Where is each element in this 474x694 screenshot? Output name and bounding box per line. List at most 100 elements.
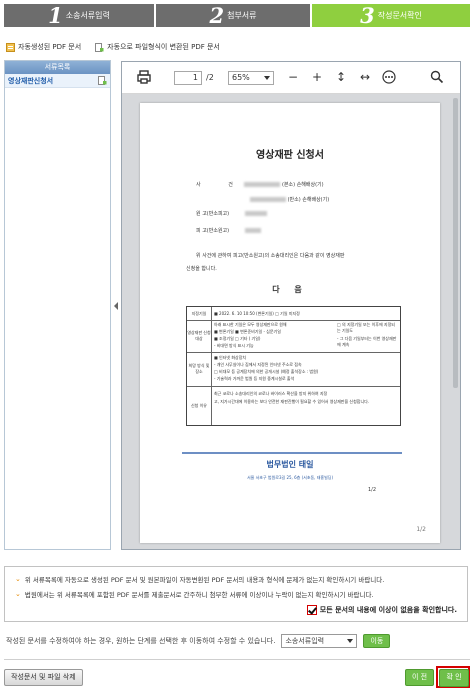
redacted-text bbox=[250, 197, 286, 202]
tab-auto-generated-pdf[interactable]: 자동생성된 PDF 문서 bbox=[6, 42, 81, 52]
divider bbox=[4, 659, 470, 660]
edit-instruction: 작성된 문서를 수정하여야 하는 경우, 원하는 단계를 선택한 후 이동하여 … bbox=[6, 637, 276, 645]
plaintiff-label-2: 고(반소피고) bbox=[202, 211, 230, 217]
table-row: 신청 이유 최근 코로나 소송대리인의 코로나 바이러스 확산을 방지 위하여 … bbox=[187, 386, 400, 425]
more-options-icon[interactable] bbox=[381, 69, 397, 85]
notice-line-1: ⌄ 위 서류목록에 자동으로 생성된 PDF 문서 및 원본파일이 자동변환된 … bbox=[15, 574, 384, 584]
page-fraction: 1/2 bbox=[368, 487, 377, 493]
fit-width-icon[interactable]: ↔ bbox=[357, 69, 373, 85]
step-2: 2 첨부서류 bbox=[156, 4, 310, 27]
converted-doc-icon bbox=[98, 76, 107, 85]
table-cell: ■ 조정기일 □ 기타 ( 기일) bbox=[214, 336, 261, 341]
document-list-panel: 서류목록 영상재판신청서 bbox=[4, 60, 111, 550]
table-cell: - 비대면 방식 표시 기능 bbox=[214, 343, 254, 348]
redacted-text bbox=[244, 182, 281, 187]
notice-line-2: ⌄ 법원에서는 위 서류목록에 포함된 PDF 문서를 제출문서로 간주하니 첨… bbox=[15, 589, 374, 599]
page-total: /2 bbox=[206, 73, 214, 82]
page-indicator: 1/2 bbox=[416, 526, 426, 533]
document-list-item[interactable]: 영상재판신청서 bbox=[5, 74, 110, 88]
chevron-down-icon bbox=[347, 639, 354, 643]
request-table: 지정기일 ■ 2022. 6. 10 10:50 (변론기일) □ 기일 미지정… bbox=[186, 306, 401, 426]
redacted-text bbox=[244, 228, 261, 233]
tab-auto-generated-label: 자동생성된 PDF 문서 bbox=[18, 43, 82, 51]
redacted-text bbox=[244, 211, 267, 216]
page-number-input[interactable]: 1 bbox=[174, 71, 202, 85]
pdf-viewer: 1 /2 65% − + ↕ ↔ 영상재판 신청서 사 건 (본소) 손해배상(… bbox=[121, 61, 461, 550]
table-head-cell: 희망 방식 및 장소 bbox=[187, 352, 212, 386]
viewer-scrollbar[interactable] bbox=[453, 98, 458, 388]
table-cell: - 기술력과 가까운 법원 등 지원 중계시설로 출석 bbox=[214, 376, 295, 381]
step-3-label: 작성문서확인 bbox=[377, 11, 422, 20]
pdf-doc-icon bbox=[6, 42, 15, 52]
zoom-out-icon[interactable]: − bbox=[285, 69, 301, 85]
chevron-down-icon: ⌄ bbox=[15, 575, 21, 583]
chevron-down-icon: ⌄ bbox=[15, 590, 21, 598]
table-head-cell: 신청 이유 bbox=[187, 386, 212, 425]
intro-line-1: 위 사건에 관하여 피고(반소원고)의 소송대리인은 다음과 같이 영상재판 bbox=[196, 253, 345, 259]
case-suffix-1: (본소) 손해배상(기) bbox=[282, 182, 324, 188]
document-list-header: 서류목록 bbox=[5, 61, 110, 74]
table-cell: 고, 지가시간대에 이용하는 보다 안전한 재판진행이 필요할 수 있어서 영상… bbox=[214, 399, 370, 404]
table-cell: - 개인 사무실이나 집에서 지정된 인터넷 주소로 접속 bbox=[214, 362, 302, 367]
doc-type-tabs: 자동생성된 PDF 문서 자동으로 파일형식이 변환된 PDF 문서 bbox=[6, 42, 220, 52]
zoom-in-icon[interactable]: + bbox=[309, 69, 325, 85]
search-icon[interactable] bbox=[429, 69, 445, 85]
step-3-number: 3 bbox=[360, 3, 375, 28]
table-cell: □ 비대모 등 공계장치에 의한 공개시설 (예정 출석장소 : 법원) bbox=[214, 369, 319, 374]
table-cell: 최근 코로나 소송대리인의 코로나 바이러스 확산을 방지 위하여 지정 bbox=[214, 391, 328, 396]
table-head-cell: 영상재판 신청대상 bbox=[187, 320, 212, 352]
step-2-number: 2 bbox=[209, 3, 225, 28]
section-heading: 다 음 bbox=[272, 285, 308, 294]
pdf-page: 영상재판 신청서 사 건 (본소) 손해배상(기) (반소) 손해배상(기) 원… bbox=[140, 103, 440, 543]
step-select-value: 소송서류입력 bbox=[285, 637, 325, 645]
confirm-button[interactable]: 확 인 bbox=[439, 669, 469, 687]
step-3: 3 작성문서확인 bbox=[312, 4, 470, 27]
case-label-1: 사 bbox=[196, 182, 201, 188]
defendant-label-2: 고(반소원고) bbox=[202, 228, 230, 234]
step-1: 1 소송서류입력 bbox=[4, 4, 154, 27]
document-list-item-label: 영상재판신청서 bbox=[8, 76, 54, 85]
notice-box: ⌄ 위 서류목록에 자동으로 생성된 PDF 문서 및 원본파일이 자동변환된 … bbox=[4, 566, 468, 622]
table-side-note: - 그 다음 기일부터는 이번 영상재판에 계속 bbox=[337, 336, 397, 347]
move-button[interactable]: 이동 bbox=[363, 634, 391, 648]
table-cell: ■ 인터넷 화상장치 bbox=[214, 355, 247, 360]
tab-converted-pdf[interactable]: 자동으로 파일형식이 변환된 PDF 문서 bbox=[95, 42, 220, 52]
pdf-toolbar: 1 /2 65% − + ↕ ↔ bbox=[122, 62, 460, 94]
table-head-cell: 지정기일 bbox=[187, 307, 212, 320]
collapse-panel-arrow-icon[interactable] bbox=[114, 302, 118, 310]
table-cell: 아래 표시한 기일은 모두 영상재판으로 원해 bbox=[214, 322, 287, 327]
table-cell: ■ 2022. 6. 10 10:50 (변론기일) □ 기일 미지정 bbox=[214, 311, 300, 316]
case-suffix-2: (반소) 손해배상(기) bbox=[287, 197, 330, 203]
table-side-note: □ 의 지정기일 또는 이후에 지정되는 기일도 bbox=[337, 322, 395, 333]
confirm-checkbox[interactable] bbox=[306, 605, 317, 615]
table-row: 영상재판 신청대상 아래 표시한 기일은 모두 영상재판으로 원해 ■ 변론기일… bbox=[187, 320, 400, 353]
defendant-row: 피 고(반소원고) bbox=[196, 227, 261, 234]
table-cell: ■ 변론기일 ■ 변론준비기일 - 심문기일 bbox=[214, 329, 281, 334]
case-row-2: (반소) 손해배상(기) bbox=[250, 196, 329, 203]
chevron-down-icon bbox=[264, 76, 270, 80]
converted-doc-icon bbox=[95, 42, 104, 52]
case-label-2: 건 bbox=[228, 182, 233, 188]
footer-divider bbox=[182, 452, 402, 454]
edit-step-row: 작성된 문서를 수정하여야 하는 경우, 원하는 단계를 선택한 후 이동하여 … bbox=[6, 634, 391, 648]
step-2-label: 첨부서류 bbox=[227, 11, 257, 20]
prev-button[interactable]: 이 전 bbox=[405, 669, 434, 686]
defendant-label-1: 피 bbox=[196, 228, 201, 234]
intro-line-2: 신청을 합니다. bbox=[186, 266, 217, 272]
delete-documents-button[interactable]: 작성문서 및 파일 삭제 bbox=[4, 669, 83, 686]
page-title: 영상재판 신청서 bbox=[256, 150, 324, 161]
case-row: 사 건 (본소) 손해배상(기) bbox=[196, 181, 324, 188]
confirm-checkbox-row[interactable]: 모든 문서의 내용에 이상이 없음을 확인합니다. bbox=[306, 605, 457, 615]
step-select[interactable]: 소송서류입력 bbox=[281, 634, 358, 648]
notice-line-1-text: 위 서류목록에 자동으로 생성된 PDF 문서 및 원본파일이 자동변환된 PD… bbox=[24, 576, 385, 584]
plaintiff-label-1: 원 bbox=[196, 211, 201, 217]
notice-line-2-text: 법원에서는 위 서류목록에 포함된 PDF 문서를 제출문서로 간주하니 첨부한… bbox=[24, 591, 374, 599]
zoom-value: 65% bbox=[232, 73, 250, 82]
print-icon[interactable] bbox=[136, 69, 152, 85]
table-row: 희망 방식 및 장소 ■ 인터넷 화상장치 - 개인 사무실이나 집에서 지정된… bbox=[187, 352, 400, 387]
zoom-select[interactable]: 65% bbox=[228, 71, 274, 85]
law-firm-address: 서울 서초구 법원로3길 25, 6층 (서초동, 태흥빌딩) bbox=[246, 475, 334, 480]
law-firm-name: 법무법인 태일 bbox=[266, 460, 314, 469]
tab-converted-label: 자동으로 파일형식이 변환된 PDF 문서 bbox=[107, 43, 220, 51]
fit-height-icon[interactable]: ↕ bbox=[333, 69, 349, 85]
